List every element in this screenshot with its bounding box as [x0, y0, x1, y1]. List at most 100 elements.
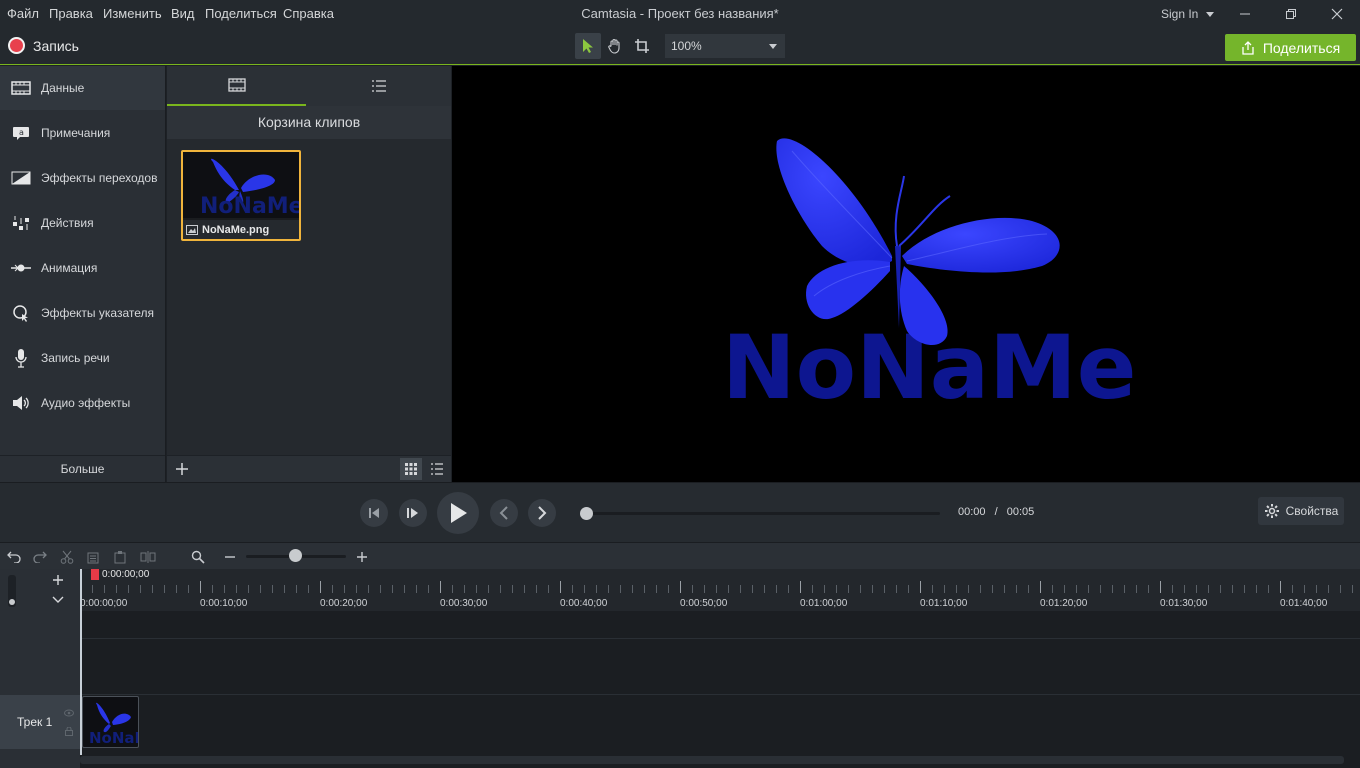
track-divider: [0, 638, 1360, 639]
ruler-label: 0:00:50;00: [680, 598, 728, 609]
next-marker-button[interactable]: [528, 499, 556, 527]
clip-thumbnail[interactable]: NoNaMe NoNaMe.png: [181, 150, 301, 241]
timeline-panel: 0:00:00;00 0:00:10;00 0:00:20;00 0:00:30;00…: [0, 569, 1360, 768]
scrub-track[interactable]: [586, 512, 940, 515]
add-track-button[interactable]: [48, 571, 68, 589]
tools-sidebar: Данные a Примечания Эффекты переходов Де…: [0, 66, 166, 482]
split-icon: [140, 551, 156, 563]
time-readout: 00:00 / 00:05: [958, 506, 1034, 518]
preview-canvas[interactable]: NoNaMe: [452, 66, 1360, 482]
menu-view[interactable]: Вид: [171, 6, 195, 21]
zoom-in-button[interactable]: [352, 547, 372, 567]
ruler-label: 0:01:10;00: [920, 598, 968, 609]
split-button[interactable]: [138, 547, 158, 567]
ruler-label: 0:00:40;00: [560, 598, 608, 609]
record-button[interactable]: Запись: [8, 37, 79, 54]
next-frame-button[interactable]: [399, 499, 427, 527]
pan-tool-button[interactable]: [602, 33, 628, 59]
menu-modify[interactable]: Изменить: [103, 6, 162, 21]
sign-in-button[interactable]: Sign In: [1161, 7, 1214, 21]
record-label: Запись: [33, 37, 79, 54]
grid-view-button[interactable]: [400, 458, 422, 480]
sidebar-item-cursor-effects[interactable]: Эффекты указателя: [0, 291, 165, 335]
sidebar-item-animations[interactable]: Анимация: [0, 246, 165, 290]
sidebar-item-behaviors[interactable]: Действия: [0, 201, 165, 245]
chevron-down-icon: [769, 44, 777, 49]
playhead-marker[interactable]: [91, 569, 99, 580]
select-tool-button[interactable]: [575, 33, 601, 59]
more-button[interactable]: Больше: [0, 455, 165, 482]
minimize-button[interactable]: [1222, 0, 1268, 28]
sidebar-item-media[interactable]: Данные: [0, 66, 165, 110]
crop-tool-button[interactable]: [629, 33, 655, 59]
track-header-controls: [0, 569, 80, 611]
copy-icon: [87, 552, 99, 564]
timeline-zoom-handle[interactable]: [289, 549, 302, 562]
clip-name: NoNaMe.png: [202, 223, 270, 236]
properties-label: Свойства: [1285, 504, 1339, 518]
copy-button[interactable]: [84, 547, 104, 567]
add-button[interactable]: [171, 459, 193, 479]
track-height-handle[interactable]: [9, 599, 15, 605]
menu-file[interactable]: Файл: [7, 6, 39, 21]
plus-icon: [357, 552, 367, 562]
properties-button[interactable]: Свойства: [1258, 497, 1344, 525]
magnifier-icon: [191, 550, 205, 564]
zoom-dropdown[interactable]: 100%: [665, 34, 785, 58]
previous-frame-button[interactable]: [360, 499, 388, 527]
menu-edit[interactable]: Правка: [49, 6, 93, 21]
redo-button[interactable]: [30, 547, 50, 567]
zoom-out-button[interactable]: [220, 547, 240, 567]
eye-icon[interactable]: [64, 709, 74, 717]
tab-media-bin[interactable]: [167, 66, 306, 106]
timeline-horizontal-scrollbar[interactable]: [80, 756, 1344, 764]
menu-help[interactable]: Справка: [283, 6, 334, 21]
menu-share[interactable]: Поделиться: [205, 6, 277, 21]
chevron-down-icon: [1205, 12, 1214, 18]
clip-logo-text: NoNaMe: [89, 729, 139, 747]
track-options-button[interactable]: [48, 591, 68, 609]
sidebar-item-transitions[interactable]: Эффекты переходов: [0, 156, 165, 200]
track-1-clip[interactable]: NoNaMe: [82, 696, 139, 748]
zoom-to-fit-button[interactable]: [188, 547, 208, 567]
clip-bin-panel: Корзина клипов NoNaMe NoNaMe.png: [167, 66, 451, 482]
previous-marker-button[interactable]: [490, 499, 518, 527]
close-button[interactable]: [1314, 0, 1360, 28]
share-export-icon: [1242, 40, 1254, 55]
sidebar-label-behaviors: Действия: [41, 216, 94, 230]
step-back-icon: [369, 508, 379, 518]
ruler-label: 0:00:30;00: [440, 598, 488, 609]
playhead-time: 0:00:00;00: [102, 569, 150, 580]
time-ruler[interactable]: 0:00:00;00 0:00:10;00 0:00:20;00 0:00:30;00…: [80, 569, 1360, 611]
tab-library[interactable]: [307, 66, 451, 106]
crop-icon: [635, 39, 649, 53]
main-toolbar: Запись 100% Поделиться: [0, 28, 1360, 65]
total-time: 00:05: [1006, 506, 1035, 518]
zoom-value: 100%: [671, 39, 702, 53]
media-film-icon: [10, 77, 32, 99]
playhead-line: [80, 569, 82, 755]
speaker-icon: [10, 392, 32, 414]
play-button[interactable]: [437, 492, 479, 534]
lock-icon[interactable]: [65, 727, 73, 736]
cut-button[interactable]: [57, 547, 77, 567]
paste-icon: [114, 551, 126, 564]
canvas-image: NoNaMe: [722, 138, 1136, 419]
bin-title: Корзина клипов: [167, 106, 451, 139]
scrub-handle[interactable]: [580, 507, 593, 520]
undo-button[interactable]: [4, 547, 24, 567]
details-view-button[interactable]: [426, 458, 448, 480]
share-button[interactable]: Поделиться: [1225, 34, 1356, 61]
chevron-left-icon: [499, 506, 508, 520]
window-title: Camtasia - Проект без названия*: [581, 6, 779, 21]
paste-button[interactable]: [110, 547, 130, 567]
track-height-slider[interactable]: [8, 575, 16, 607]
sidebar-item-audio-effects[interactable]: Аудио эффекты: [0, 381, 165, 425]
ruler-label: 0:01:30;00: [1160, 598, 1208, 609]
restore-button[interactable]: [1268, 0, 1314, 28]
sidebar-item-voice-narration[interactable]: Запись речи: [0, 336, 165, 380]
track-1-header[interactable]: Трек 1: [0, 695, 80, 749]
sidebar-item-annotations[interactable]: a Примечания: [0, 111, 165, 155]
svg-text:NoNaMe: NoNaMe: [200, 194, 299, 218]
clip-name-row: NoNaMe.png: [183, 220, 299, 239]
